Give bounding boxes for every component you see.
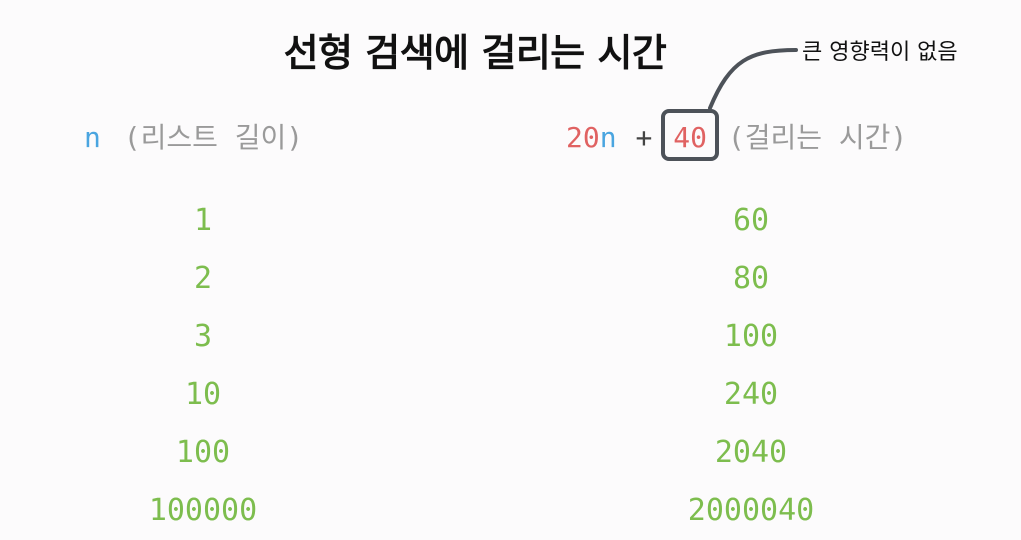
formula-coefficient: 20 (566, 121, 600, 154)
time-value: 60 (732, 203, 770, 238)
n-value: 3 (193, 319, 213, 354)
time-value: 100 (723, 319, 779, 354)
time-value: 240 (723, 377, 779, 412)
time-values: 60 80 100 240 2040 2000040 (621, 192, 881, 540)
time-value: 2040 (714, 435, 788, 470)
n-value: 2 (193, 261, 213, 296)
time-label: (걸리는 시간) (727, 121, 908, 154)
list-length-values: 1 2 3 10 100 100000 (73, 192, 333, 540)
list-length-label: (리스트 길이) (123, 121, 304, 154)
formula-variable: n (599, 121, 617, 154)
constant-box: 40 (661, 109, 719, 161)
header-time-formula: 20n + 40 (걸리는 시간) (566, 109, 908, 161)
time-value: 2000040 (687, 493, 815, 528)
formula-operator: + (635, 121, 653, 154)
variable-n: n (84, 121, 101, 154)
formula-constant: 40 (673, 121, 707, 154)
n-value: 10 (184, 377, 222, 412)
n-value: 100 (175, 435, 231, 470)
header-list-length: n (리스트 길이) (84, 116, 303, 160)
n-value: 1 (193, 203, 213, 238)
time-value: 80 (732, 261, 770, 296)
n-value: 100000 (148, 493, 258, 528)
annotation-label: 큰 영향력이 없음 (802, 40, 958, 65)
